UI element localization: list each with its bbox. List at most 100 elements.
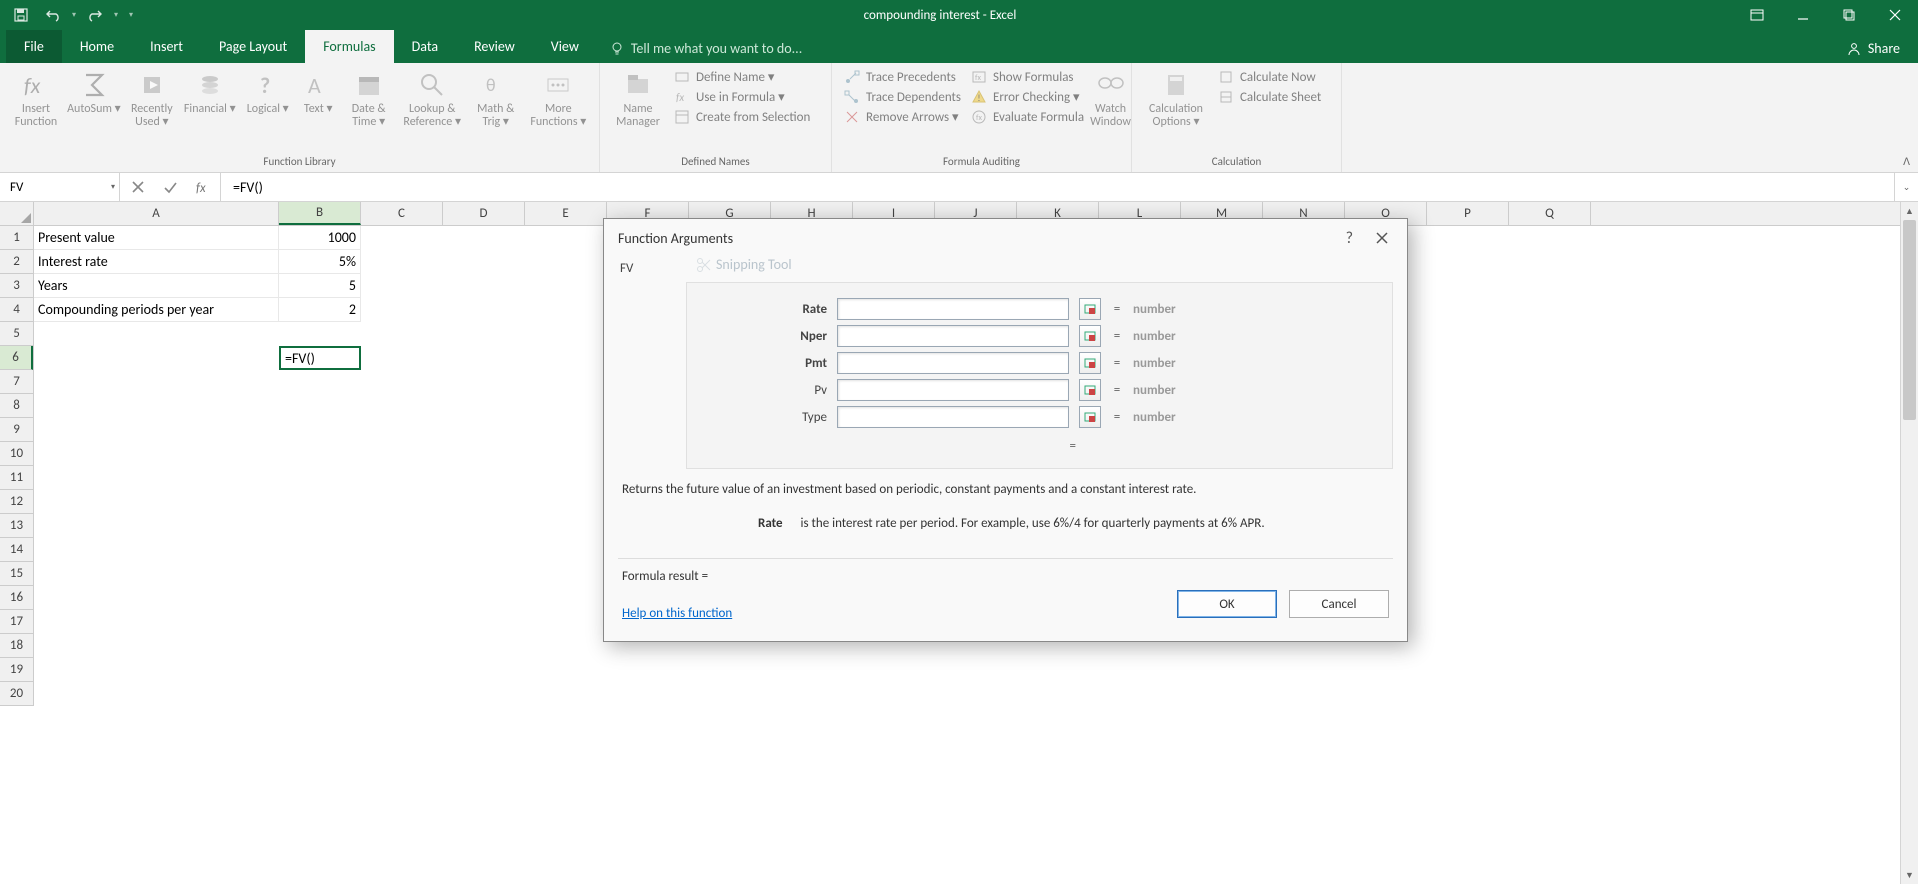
row-header-3[interactable]: 3 bbox=[0, 274, 33, 298]
more-functions-button[interactable]: More Functions ▾ bbox=[526, 67, 591, 155]
cell-B3[interactable]: 5 bbox=[279, 274, 361, 298]
tab-insert[interactable]: Insert bbox=[132, 30, 201, 63]
collapse-dialog-icon[interactable] bbox=[1079, 406, 1101, 428]
trace-precedents-button[interactable]: Trace Precedents bbox=[844, 69, 961, 85]
column-header-Q[interactable]: Q bbox=[1509, 202, 1591, 225]
tab-view[interactable]: View bbox=[533, 30, 597, 63]
ribbon-display-icon[interactable] bbox=[1734, 0, 1780, 30]
dialog-help-icon[interactable]: ? bbox=[1346, 229, 1353, 248]
row-header-18[interactable]: 18 bbox=[0, 634, 33, 658]
arg-input-type[interactable] bbox=[837, 406, 1069, 428]
math-trig-button[interactable]: θMath & Trig ▾ bbox=[468, 67, 524, 155]
cell-B2[interactable]: 5% bbox=[279, 250, 361, 274]
column-header-P[interactable]: P bbox=[1427, 202, 1509, 225]
qat-customize-icon[interactable]: ▾ bbox=[122, 10, 140, 20]
row-header-5[interactable]: 5 bbox=[0, 322, 33, 346]
name-manager-button[interactable]: Name Manager bbox=[608, 67, 668, 155]
column-header-C[interactable]: C bbox=[361, 202, 443, 225]
watch-window-button[interactable]: Watch Window bbox=[1090, 67, 1131, 155]
tab-page-layout[interactable]: Page Layout bbox=[201, 30, 305, 63]
tab-file[interactable]: File bbox=[6, 30, 62, 63]
error-checking-button[interactable]: !Error Checking ▾ bbox=[971, 89, 1084, 105]
maximize-icon[interactable] bbox=[1826, 0, 1872, 30]
cell-A2[interactable]: Interest rate bbox=[34, 250, 279, 274]
financial-button[interactable]: Financial ▾ bbox=[182, 67, 238, 155]
row-header-20[interactable]: 20 bbox=[0, 682, 33, 706]
row-header-10[interactable]: 10 bbox=[0, 442, 33, 466]
ok-button[interactable]: OK bbox=[1177, 590, 1277, 618]
row-header-7[interactable]: 7 bbox=[0, 370, 33, 394]
column-header-E[interactable]: E bbox=[525, 202, 607, 225]
chevron-down-icon[interactable]: ▾ bbox=[111, 182, 115, 192]
arg-input-pmt[interactable] bbox=[837, 352, 1069, 374]
tab-data[interactable]: Data bbox=[394, 30, 456, 63]
tab-review[interactable]: Review bbox=[456, 30, 533, 63]
remove-arrows-button[interactable]: Remove Arrows ▾ bbox=[844, 109, 961, 125]
enter-formula-icon[interactable] bbox=[154, 173, 186, 201]
expand-formula-bar-icon[interactable]: ⌄ bbox=[1894, 173, 1918, 201]
redo-icon[interactable] bbox=[80, 2, 110, 28]
cell-A4[interactable]: Compounding periods per year bbox=[34, 298, 279, 322]
row-header-16[interactable]: 16 bbox=[0, 586, 33, 610]
name-box[interactable]: FV▾ bbox=[0, 173, 120, 201]
lookup-ref-button[interactable]: Lookup & Reference ▾ bbox=[399, 67, 466, 155]
row-header-11[interactable]: 11 bbox=[0, 466, 33, 490]
column-header-B[interactable]: B bbox=[279, 202, 361, 225]
row-header-14[interactable]: 14 bbox=[0, 538, 33, 562]
scroll-down-icon[interactable]: ▼ bbox=[1901, 866, 1918, 884]
cancel-formula-icon[interactable] bbox=[122, 173, 154, 201]
collapse-dialog-icon[interactable] bbox=[1079, 379, 1101, 401]
create-from-selection-button[interactable]: Create from Selection bbox=[674, 109, 810, 125]
row-header-15[interactable]: 15 bbox=[0, 562, 33, 586]
use-in-formula-button[interactable]: fxUse in Formula ▾ bbox=[674, 89, 810, 105]
cell-B4[interactable]: 2 bbox=[279, 298, 361, 322]
vertical-scrollbar[interactable]: ▲ ▼ bbox=[1900, 202, 1918, 884]
autosum-button[interactable]: AutoSum ▾ bbox=[66, 67, 122, 155]
undo-icon[interactable] bbox=[38, 2, 68, 28]
recently-used-button[interactable]: Recently Used ▾ bbox=[124, 67, 180, 155]
select-all-corner[interactable] bbox=[0, 202, 34, 226]
row-header-12[interactable]: 12 bbox=[0, 490, 33, 514]
define-name-button[interactable]: Define Name ▾ bbox=[674, 69, 810, 85]
cell-A1[interactable]: Present value bbox=[34, 226, 279, 250]
save-icon[interactable] bbox=[6, 2, 36, 28]
dropdown-icon[interactable]: ▾ bbox=[70, 10, 78, 20]
date-time-button[interactable]: Date & Time ▾ bbox=[341, 67, 397, 155]
tab-home[interactable]: Home bbox=[62, 30, 132, 63]
column-header-A[interactable]: A bbox=[34, 202, 279, 225]
help-on-function-link[interactable]: Help on this function bbox=[622, 584, 732, 621]
tab-formulas[interactable]: Formulas bbox=[305, 30, 393, 63]
logical-button[interactable]: ?Logical ▾ bbox=[240, 67, 296, 155]
dropdown-icon[interactable]: ▾ bbox=[112, 10, 120, 20]
text-button[interactable]: AText ▾ bbox=[298, 67, 339, 155]
scroll-up-icon[interactable]: ▲ bbox=[1901, 202, 1918, 220]
arg-input-rate[interactable] bbox=[837, 298, 1069, 320]
collapse-dialog-icon[interactable] bbox=[1079, 298, 1101, 320]
evaluate-formula-button[interactable]: fxEvaluate Formula bbox=[971, 109, 1084, 125]
column-header-D[interactable]: D bbox=[443, 202, 525, 225]
row-header-2[interactable]: 2 bbox=[0, 250, 33, 274]
row-header-17[interactable]: 17 bbox=[0, 610, 33, 634]
scrollbar-thumb[interactable] bbox=[1903, 220, 1916, 420]
formula-input[interactable]: =FV() bbox=[221, 173, 1894, 201]
row-header-8[interactable]: 8 bbox=[0, 394, 33, 418]
arg-input-pv[interactable] bbox=[837, 379, 1069, 401]
cell-B1[interactable]: 1000 bbox=[279, 226, 361, 250]
tell-me-input[interactable]: Tell me what you want to do... bbox=[597, 34, 814, 63]
minimize-icon[interactable] bbox=[1780, 0, 1826, 30]
close-icon[interactable] bbox=[1872, 0, 1918, 30]
insert-function-icon[interactable]: fx bbox=[186, 173, 218, 201]
cell-A3[interactable]: Years bbox=[34, 274, 279, 298]
row-header-19[interactable]: 19 bbox=[0, 658, 33, 682]
arg-input-nper[interactable] bbox=[837, 325, 1069, 347]
cell-B6[interactable]: =FV() bbox=[279, 346, 361, 370]
row-header-13[interactable]: 13 bbox=[0, 514, 33, 538]
collapse-dialog-icon[interactable] bbox=[1079, 325, 1101, 347]
row-header-9[interactable]: 9 bbox=[0, 418, 33, 442]
dialog-close-icon[interactable] bbox=[1367, 223, 1397, 253]
collapse-dialog-icon[interactable] bbox=[1079, 352, 1101, 374]
calculate-now-button[interactable]: Calculate Now bbox=[1218, 69, 1321, 85]
share-button[interactable]: Share bbox=[1828, 34, 1918, 63]
cancel-button[interactable]: Cancel bbox=[1289, 590, 1389, 618]
insert-function-button[interactable]: fxInsert Function bbox=[8, 67, 64, 155]
